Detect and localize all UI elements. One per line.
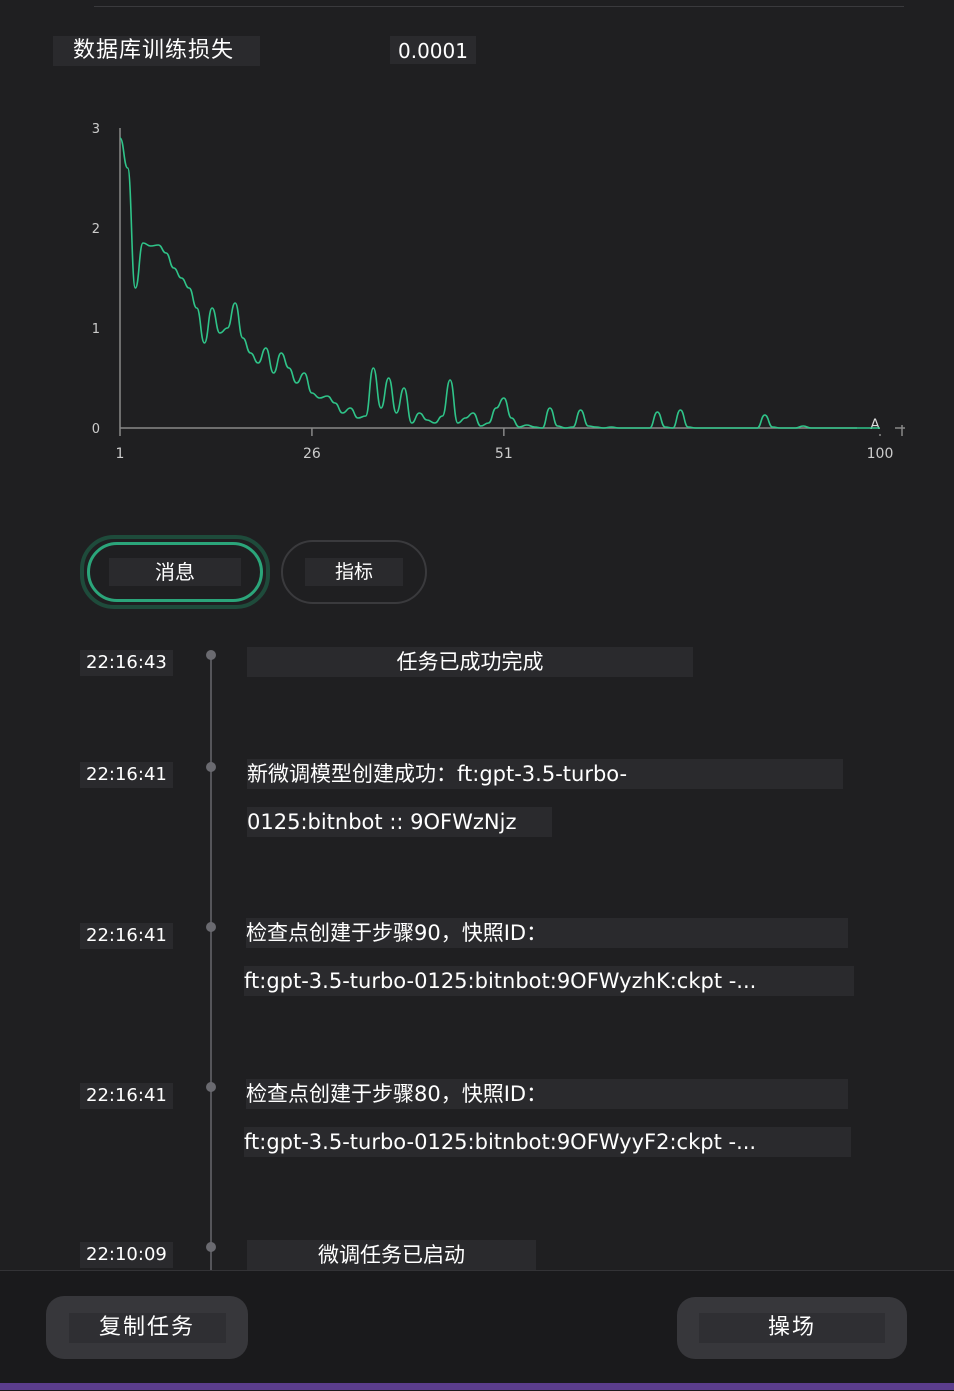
event-message: 新微调模型创建成功：ft:gpt-3.5-turbo-	[247, 759, 843, 789]
loss-series-line	[119, 137, 880, 429]
end-marker-label: A	[870, 417, 880, 433]
event-time: 22:10:09	[80, 1242, 173, 1268]
y-tick-label: 1	[92, 322, 100, 337]
x-tick-label: 51	[495, 446, 513, 462]
timeline-dot	[206, 1082, 216, 1092]
playground-button[interactable]: 操场	[677, 1297, 907, 1359]
copy-job-button[interactable]: 复制任务	[46, 1296, 248, 1359]
metric-value: 0.0001	[390, 36, 476, 64]
x-tick-label: 26	[303, 446, 321, 462]
event-message: 任务已成功完成	[247, 647, 693, 677]
timeline-dot	[206, 922, 216, 932]
copy-job-label: 复制任务	[68, 1312, 226, 1343]
x-tick-label: 1	[116, 446, 125, 462]
y-tick-label: 2	[92, 222, 100, 237]
event-message: 检查点创建于步骤90，快照ID：	[246, 918, 848, 948]
event-message: 微调任务已启动	[247, 1240, 536, 1270]
playground-label: 操场	[699, 1313, 885, 1343]
event-message-cont: 0125:bitnbot :: 9OFWzNjz	[247, 807, 552, 837]
tab-messages[interactable]: 消息	[80, 535, 270, 609]
event-message-cont: ft:gpt-3.5-turbo-0125:bitnbot:9OFWyyF2:c…	[244, 1127, 851, 1157]
timeline-dot	[206, 650, 216, 660]
event-message-cont: ft:gpt-3.5-turbo-0125:bitnbot:9OFWyzhK:c…	[244, 966, 854, 996]
training-loss-chart: 0 1 2 3 1 26 51 100 A	[92, 122, 905, 462]
top-divider	[94, 6, 904, 7]
event-message: 检查点创建于步骤80，快照ID：	[246, 1079, 848, 1109]
timeline-dot	[206, 1242, 216, 1252]
event-time: 22:16:41	[80, 762, 173, 788]
event-time: 22:16:43	[80, 650, 173, 676]
y-tick-label: 3	[92, 122, 100, 137]
event-time: 22:16:41	[80, 923, 173, 949]
event-time: 22:16:41	[80, 1083, 173, 1109]
x-tick-label: 100	[867, 446, 894, 462]
timeline-dot	[206, 762, 216, 772]
tab-metrics-label: 指标	[305, 558, 403, 586]
metric-label: 数据库训练损失	[53, 36, 260, 66]
timeline-line	[210, 656, 212, 1270]
tab-metrics[interactable]: 指标	[281, 540, 427, 604]
tab-messages-label: 消息	[109, 558, 241, 586]
y-tick-label: 0	[92, 422, 100, 437]
bottom-accent-bar	[0, 1383, 954, 1390]
